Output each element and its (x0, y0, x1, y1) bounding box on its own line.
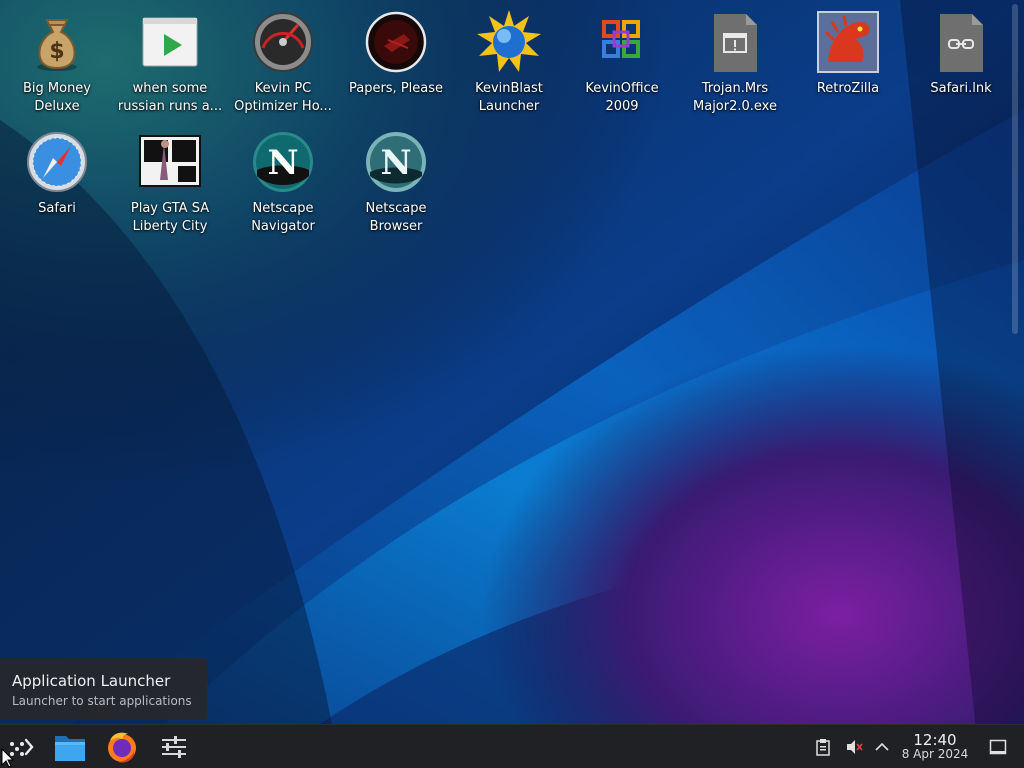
svg-text:$: $ (49, 39, 64, 64)
icon-label-line1: Play GTA SA (130, 201, 210, 216)
clipboard-icon (816, 739, 830, 756)
tray-expand-chevron-icon (875, 742, 889, 751)
volume-muted-icon (847, 740, 863, 754)
papers-please-icon (364, 10, 428, 74)
icon-label-line2: Deluxe (34, 99, 80, 114)
volume-button[interactable] (845, 738, 863, 756)
desktop-icon-gta-sa-liberty-city[interactable]: Play GTA SA Liberty City (115, 124, 225, 238)
retrozilla-dragon-icon (816, 10, 880, 74)
office-logo-icon (590, 10, 654, 74)
speedometer-icon (251, 10, 315, 74)
icon-label-line1: KevinOffice (585, 81, 659, 96)
gta-sa-logo-icon (138, 130, 202, 194)
file-manager-icon (55, 736, 85, 761)
icon-label-line1: Big Money (22, 81, 91, 96)
svg-text:N: N (267, 143, 298, 183)
link-file-icon (929, 10, 993, 74)
taskbar-mixer-settings[interactable] (156, 729, 192, 765)
icon-label-line1: Safari.lnk (930, 81, 992, 96)
icon-label-line1: Safari (38, 201, 76, 216)
icon-label-line1: KevinBlast (475, 81, 543, 96)
money-bag-icon: $ (25, 10, 89, 74)
desktop-icon-kevin-pc-optimizer[interactable]: Kevin PC Optimizer Ho... (228, 4, 338, 118)
safari-compass-icon (25, 130, 89, 194)
clipboard-button[interactable] (814, 738, 832, 756)
show-desktop-icon (989, 739, 1007, 755)
taskbar (0, 724, 1024, 768)
desktop-icon-retrozilla[interactable]: RetroZilla (793, 4, 903, 118)
desktop-icon-big-money-deluxe[interactable]: $ Big Money Deluxe (2, 4, 112, 118)
icon-label-line1: when some (132, 81, 208, 96)
icon-label-line1: Netscape (252, 201, 314, 216)
desktop-icon-trojan-exe[interactable]: Trojan.Mrs Major2.0.exe (680, 4, 790, 118)
application-launcher-tooltip: Application Launcher Launcher to start a… (0, 658, 207, 720)
tooltip-subtitle: Launcher to start applications (12, 694, 192, 708)
executable-file-icon (703, 10, 767, 74)
icon-label-line2: Navigator (251, 219, 315, 234)
desktop-icon-papers-please[interactable]: Papers, Please (341, 4, 451, 118)
icon-label-line2: Launcher (478, 99, 540, 114)
desktop-icon-netscape-navigator[interactable]: N Netscape Navigator (228, 124, 338, 238)
icon-label-line2: Optimizer Ho... (234, 99, 332, 114)
icon-label-line2: russian runs a... (117, 99, 223, 114)
desktop-icon-kevinblast-launcher[interactable]: KevinBlast Launcher (454, 4, 564, 118)
icon-label-line1: RetroZilla (816, 81, 880, 96)
mixer-settings-icon (162, 736, 186, 758)
tooltip-title: Application Launcher (12, 672, 171, 690)
tray-expand-button[interactable] (873, 738, 891, 756)
netscape-browser-icon: N (364, 130, 428, 194)
svg-text:N: N (380, 143, 411, 183)
icon-label-line1: Kevin PC (254, 81, 312, 96)
mouse-cursor-icon (1, 748, 15, 768)
firefox-icon (108, 732, 136, 763)
desktop-icon-netscape-browser[interactable]: N Netscape Browser (341, 124, 451, 238)
netscape-navigator-icon: N (251, 130, 315, 194)
desktop-icon-kevinoffice-2009[interactable]: KevinOffice 2009 (567, 4, 677, 118)
desktop: $ Big Money Deluxe when some russian runs … (0, 0, 1024, 768)
sun-globe-icon (477, 10, 541, 74)
desktop-icon-safari-lnk[interactable]: Safari.lnk (906, 4, 1016, 118)
icon-label-line2: Liberty City (132, 219, 208, 234)
icon-label-line2: Browser (369, 219, 423, 234)
clock-date[interactable]: 8 Apr 2024 (896, 747, 974, 761)
icon-label-line1: Trojan.Mrs (701, 81, 769, 96)
taskbar-file-manager[interactable] (52, 729, 88, 765)
desktop-icon-safari[interactable]: Safari (2, 124, 112, 238)
icon-label-line2: 2009 (605, 99, 639, 114)
taskbar-firefox[interactable] (104, 729, 140, 765)
show-desktop-button[interactable] (989, 738, 1007, 756)
video-player-icon (138, 10, 202, 74)
icon-label-line2: Major2.0.exe (693, 99, 777, 114)
icon-label-line1: Papers, Please (348, 81, 444, 96)
icon-label-line1: Netscape (365, 201, 427, 216)
desktop-icon-video[interactable]: when some russian runs a... (115, 4, 225, 118)
